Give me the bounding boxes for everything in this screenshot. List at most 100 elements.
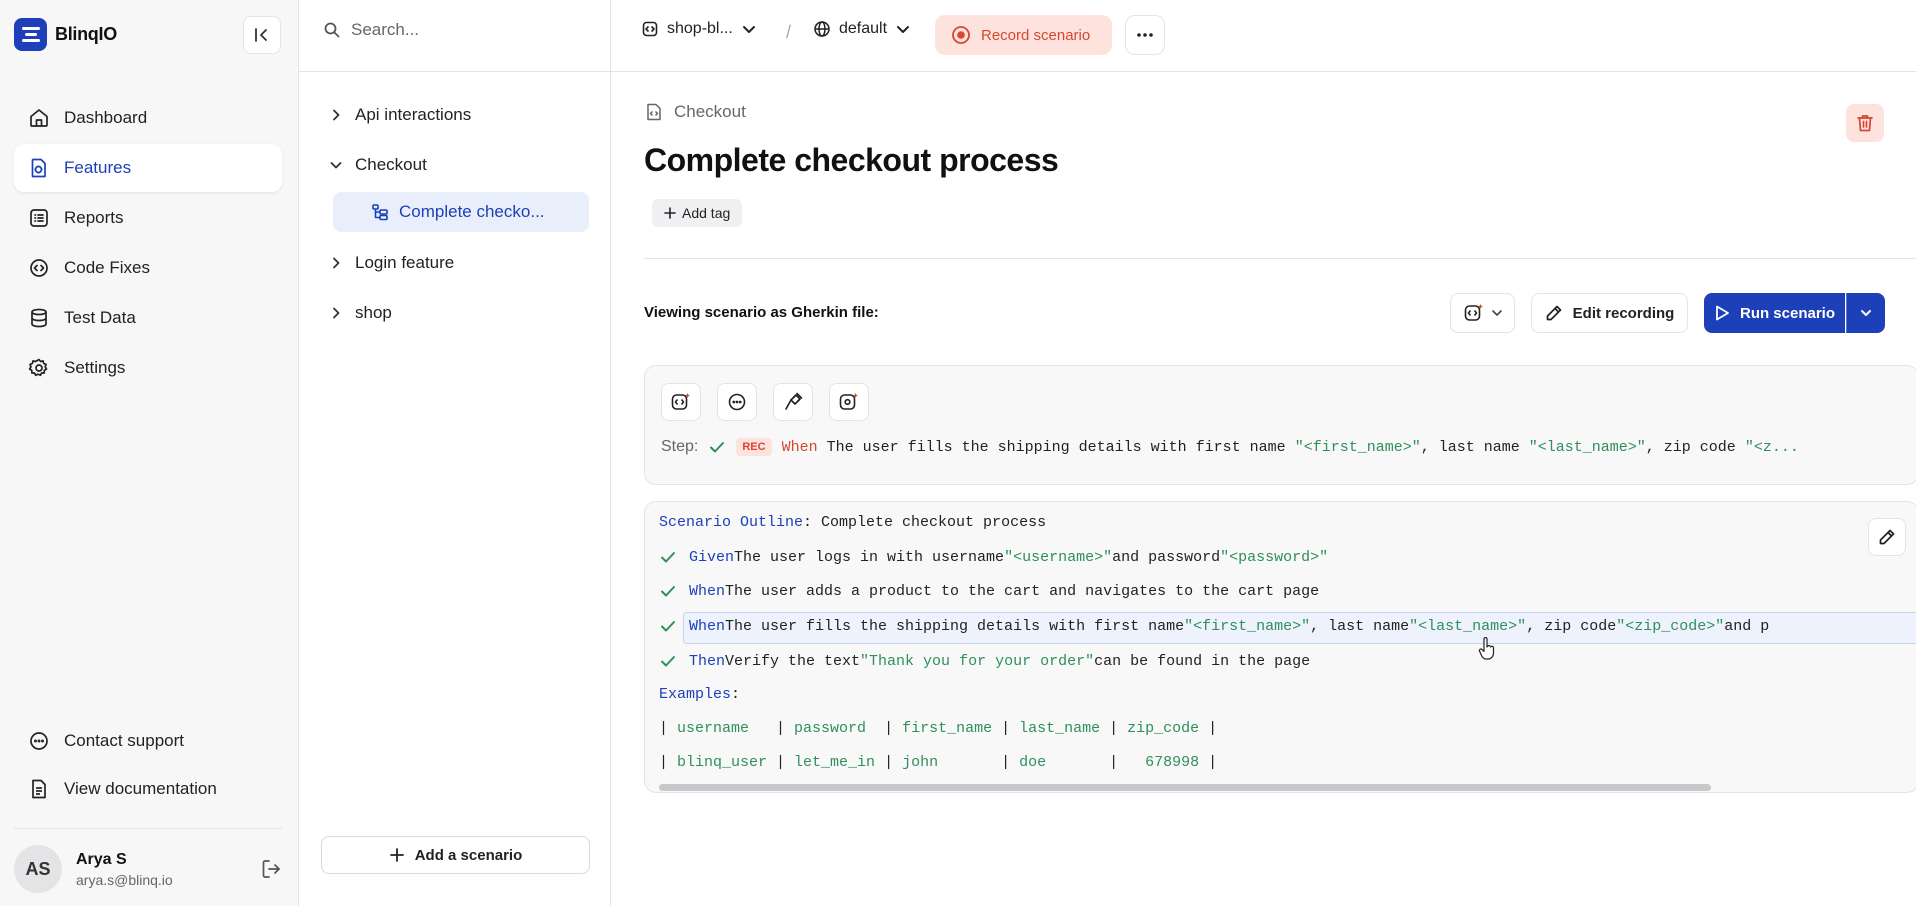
sidebar-nav: Dashboard Features Reports Code Fixes Te… [14, 94, 282, 394]
record-scenario-button[interactable]: Record scenario [935, 15, 1112, 55]
ai-generate-button[interactable] [661, 383, 701, 421]
gherkin-text: The user logs in with username [734, 548, 1005, 566]
table-cell: doe [1019, 754, 1101, 771]
step-panel: Step: REC When The user fills the shippi… [644, 365, 1916, 485]
logout-icon [262, 860, 280, 878]
plus-icon [389, 848, 404, 862]
run-scenario-button[interactable]: Run scenario [1704, 293, 1845, 333]
project-icon [642, 21, 658, 37]
rec-badge: REC [736, 438, 772, 456]
sidebar-item-code-fixes[interactable]: Code Fixes [14, 244, 282, 292]
gherkin-param: "<first_name>" [1184, 617, 1311, 635]
search-icon [324, 22, 340, 38]
gherkin-text: Verify the text [725, 652, 861, 670]
sidebar-item-label: Code Fixes [64, 258, 150, 277]
current-step: Step: REC When The user fills the shippi… [661, 438, 1901, 456]
table-cell: let_me_in [794, 754, 876, 771]
step-text-part: , last name [1420, 438, 1529, 456]
sidebar-item-settings[interactable]: Settings [14, 344, 282, 392]
view-format-select[interactable] [1450, 293, 1515, 333]
step-text[interactable]: When The user fills the shipping details… [782, 439, 1901, 456]
chat-icon [30, 732, 48, 750]
feature-icon [31, 158, 46, 178]
breadcrumb[interactable]: Checkout [644, 102, 746, 122]
project-selector[interactable]: shop-bl... [641, 20, 757, 38]
gherkin-step-line[interactable]: Then Verify the text "Thank you for your… [659, 652, 1310, 670]
check-icon [710, 442, 725, 453]
chevron-right-icon [333, 307, 340, 319]
view-mode-label: Viewing scenario as Gherkin file: [644, 304, 879, 321]
tree-item-login-feature[interactable]: Login feature [329, 238, 589, 288]
table-cell: username [677, 720, 768, 737]
home-icon [30, 109, 48, 127]
add-scenario-button[interactable]: Add a scenario [321, 836, 590, 874]
sidebar-item-reports[interactable]: Reports [14, 194, 282, 242]
ai-fix-button[interactable] [829, 383, 869, 421]
tree-item-checkout[interactable]: Checkout [329, 140, 589, 190]
examples-line: Examples: [659, 686, 740, 703]
step-label: Step: [661, 438, 699, 455]
gherkin-text: : Complete checkout process [803, 514, 1047, 531]
api-step-button[interactable] [773, 383, 813, 421]
comment-button[interactable] [717, 383, 757, 421]
step-toolbar [661, 383, 869, 421]
search-bar [323, 20, 571, 40]
blinqio-logo-icon [14, 18, 47, 51]
table-cell: zip_code [1127, 720, 1200, 737]
edit-gherkin-button[interactable] [1868, 518, 1906, 556]
check-icon [661, 552, 675, 563]
gherkin-editor[interactable]: Scenario Outline: Complete checkout proc… [644, 501, 1916, 793]
tree-item-shop[interactable]: shop [329, 288, 589, 338]
record-scenario-label: Record scenario [981, 26, 1091, 44]
gherkin-param: "Thank you for your order" [860, 652, 1095, 670]
brand-name: BlinqIO [55, 24, 117, 44]
run-options-dropdown[interactable] [1846, 293, 1885, 333]
tree-item-label: shop [355, 303, 392, 322]
edit-recording-button[interactable]: Edit recording [1531, 293, 1688, 333]
step-param: "<last_name>" [1528, 438, 1646, 456]
environment-selector[interactable]: default [813, 20, 911, 38]
gherkin-param: "<last_name>" [1409, 617, 1527, 635]
record-icon [952, 26, 970, 44]
plug-icon [785, 392, 803, 410]
tree-item-api-interactions[interactable]: Api interactions [329, 90, 589, 140]
brand[interactable]: BlinqIO [14, 18, 117, 51]
step-param: "<z... [1744, 438, 1799, 456]
sidebar-item-dashboard[interactable]: Dashboard [14, 94, 282, 142]
ai-code-icon [1464, 304, 1483, 321]
add-tag-button[interactable]: Add tag [652, 199, 743, 227]
table-cell: first_name [902, 720, 993, 737]
horizontal-scrollbar[interactable] [659, 784, 1711, 791]
project-name: shop-bl... [667, 20, 733, 37]
gherkin-step-line[interactable]: When The user adds a product to the cart… [659, 582, 1319, 600]
sidebar: BlinqIO Dashboard Features Reports Code … [0, 0, 299, 906]
chevron-down-icon [742, 26, 755, 33]
database-icon [31, 308, 47, 328]
gherkin-step-line-selected[interactable]: When The user fills the shipping details… [659, 617, 1769, 635]
contact-support-link[interactable]: Contact support [14, 717, 282, 765]
user-email: arya.s@blinq.io [76, 871, 173, 888]
chevron-right-icon [333, 109, 340, 121]
view-documentation-link[interactable]: View documentation [14, 765, 282, 813]
sidebar-item-test-data[interactable]: Test Data [14, 294, 282, 342]
collapse-sidebar-button[interactable] [243, 16, 281, 54]
table-cell: 678998 [1127, 754, 1200, 771]
feature-tree: Api interactions Checkout Complete check… [329, 90, 589, 338]
gherkin-step-line[interactable]: Given The user logs in with username "<u… [659, 548, 1328, 566]
gherkin-param: "<password>" [1220, 548, 1329, 566]
user-profile[interactable]: AS Arya S arya.s@blinq.io [14, 845, 173, 893]
step-text-part: , zip code [1645, 438, 1745, 456]
page-title[interactable]: Complete checkout process [644, 142, 1059, 179]
more-options-button[interactable] [1125, 15, 1165, 55]
gherkin-keyword: Scenario Outline [659, 514, 804, 531]
search-input[interactable] [351, 20, 571, 40]
tree-item-complete-checkout[interactable]: Complete checko... [333, 192, 589, 232]
list-icon [30, 209, 48, 227]
sidebar-item-label: Features [64, 158, 132, 177]
delete-scenario-button[interactable] [1846, 104, 1884, 142]
sidebar-item-features[interactable]: Features [14, 144, 282, 192]
chevron-down-icon [897, 26, 910, 33]
logout-button[interactable] [260, 858, 282, 885]
table-cell: blinq_user [677, 754, 768, 771]
gherkin-text: The user adds a product to the cart and … [725, 582, 1320, 600]
